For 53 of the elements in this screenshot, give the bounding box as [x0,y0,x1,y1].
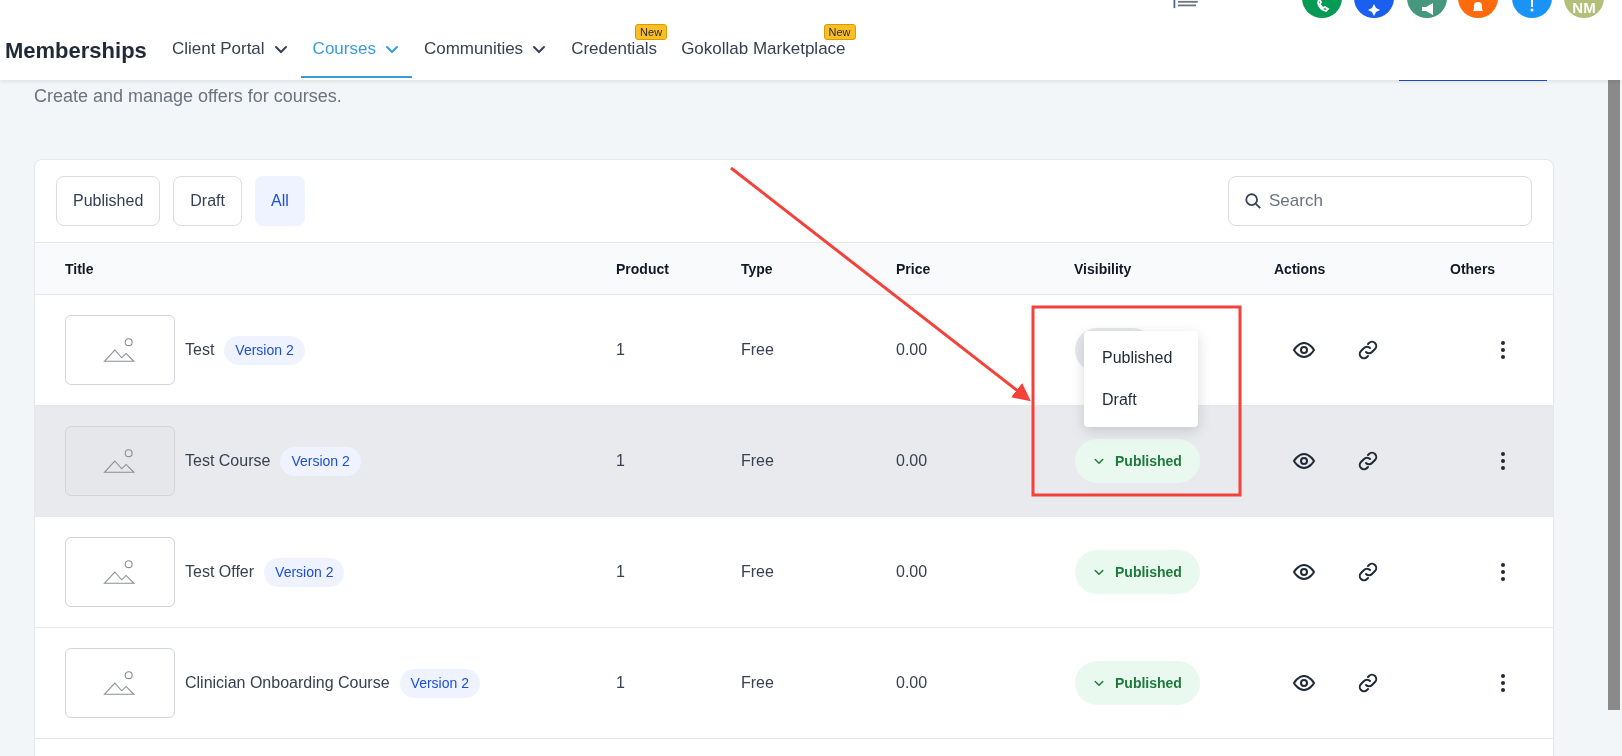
column-header: Product [616,260,669,277]
image-placeholder-icon [65,648,175,718]
table-cell: 0.00 [896,341,928,358]
version-badge: Version 2 [224,335,305,365]
menu-item[interactable]: Published [1084,337,1198,379]
image-placeholder-icon [65,537,175,607]
image-placeholder-icon [65,426,175,496]
version-badge: Version 2 [280,446,361,476]
page-title: Memberships [5,37,147,65]
page-subtitle: Create and manage offers for courses. [34,85,342,108]
link-icon[interactable] [1356,449,1380,473]
table-cell: 0.00 [896,674,928,691]
course-title[interactable]: Test Offer [185,560,255,584]
nav-tab[interactable]: Communities [411,22,560,78]
status-dropdown[interactable]: Published [1075,550,1200,594]
table-cell: Free [741,341,774,358]
table-cell: 1 [616,674,625,691]
table-cell: Free [741,563,774,580]
link-icon[interactable] [1356,560,1380,584]
filter-button[interactable]: Draft [173,176,242,226]
course-title[interactable]: Test Course [185,449,271,473]
table-cell: 1 [616,563,625,580]
nav-tab[interactable]: Client Portal [160,22,301,78]
image-placeholder-icon [65,315,175,385]
column-header: Visibility [1074,260,1132,277]
version-badge: Version 2 [264,557,345,587]
course-title[interactable]: Clinician Onboarding Course [185,671,390,695]
status-dropdown[interactable]: Published [1075,661,1200,705]
new-badge: New [635,24,668,40]
table-row[interactable]: Test Course Version 2 1 Free 0.00 Published [35,406,1553,517]
table-cell: Free [741,452,774,469]
filter-button[interactable]: Published [56,176,161,226]
search-field[interactable]: Search [1228,176,1532,226]
table-cell: 1 [616,452,625,469]
status-dropdown[interactable]: Published [1075,439,1200,483]
new-badge: New [823,24,856,40]
column-header: Title [65,260,94,277]
filter-button[interactable]: All [254,176,305,226]
column-header: Others [1450,260,1496,277]
column-header: Actions [1274,260,1326,277]
table-cell: 0.00 [896,452,928,469]
link-icon[interactable] [1356,671,1380,695]
version-badge: Version 2 [399,668,480,698]
button-edge[interactable] [1399,78,1547,81]
search-icon [1244,192,1262,210]
table-cell: 1 [616,341,625,358]
column-header: Type [741,260,773,277]
course-title[interactable]: Test [185,338,215,362]
table-cell: Free [741,674,774,691]
column-header: Price [896,260,931,277]
link-icon[interactable] [1356,338,1380,362]
table-cell: 0.00 [896,563,928,580]
scrollbar-thumb[interactable] [1608,80,1620,710]
